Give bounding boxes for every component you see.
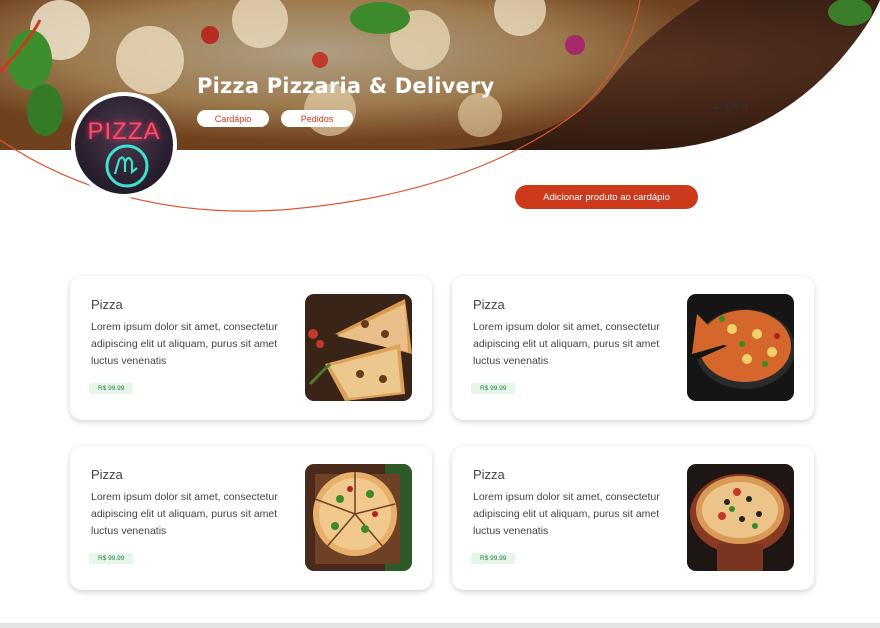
- product-description: Lorem ipsum dolor sit amet, consectetur …: [473, 491, 660, 537]
- product-image: [687, 294, 794, 401]
- product-title: Pizza: [473, 297, 505, 312]
- product-card[interactable]: Pizza Lorem ipsum dolor sit amet, consec…: [452, 276, 814, 420]
- add-product-button[interactable]: Adicionar produto ao cardápio: [515, 185, 698, 209]
- logout-link[interactable]: Logout: [714, 100, 748, 112]
- product-description: Lorem ipsum dolor sit amet, consectetur …: [91, 491, 278, 537]
- product-title: Pizza: [473, 467, 505, 482]
- product-title: Pizza: [91, 467, 123, 482]
- product-image: [305, 294, 412, 401]
- logo-neon-m-icon: [105, 144, 149, 188]
- bottom-divider: [0, 623, 880, 628]
- product-card[interactable]: Pizza Lorem ipsum dolor sit amet, consec…: [70, 276, 432, 420]
- orders-tab-button[interactable]: Pedidos: [281, 110, 353, 127]
- product-price-badge: R$ 99.99: [471, 383, 516, 394]
- logo-image: PIZZA: [75, 96, 173, 194]
- product-price-badge: R$ 99.99: [89, 383, 134, 394]
- product-image: [687, 464, 794, 571]
- product-card[interactable]: Pizza Lorem ipsum dolor sit amet, consec…: [70, 446, 432, 590]
- product-card[interactable]: Pizza Lorem ipsum dolor sit amet, consec…: [452, 446, 814, 590]
- store-title: Pizza Pizzaria & Delivery: [197, 74, 495, 98]
- product-price-badge: R$ 99.99: [89, 553, 134, 564]
- menu-tab-button[interactable]: Cardápio: [197, 110, 269, 127]
- store-logo: PIZZA: [71, 92, 177, 198]
- product-description: Lorem ipsum dolor sit amet, consectetur …: [473, 321, 660, 367]
- product-title: Pizza: [91, 297, 123, 312]
- product-price-badge: R$ 99.99: [471, 553, 516, 564]
- product-image: [305, 464, 412, 571]
- product-description: Lorem ipsum dolor sit amet, consectetur …: [91, 321, 278, 367]
